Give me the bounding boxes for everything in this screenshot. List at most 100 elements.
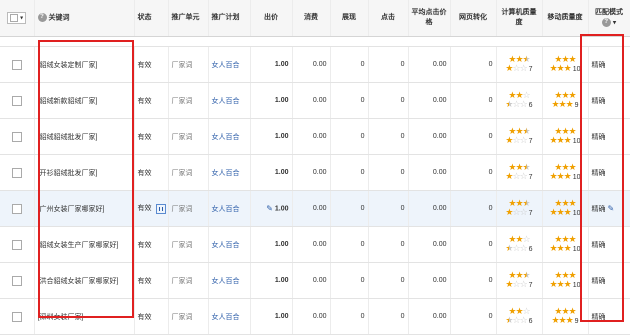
plan-link[interactable]: 女人百合 [212, 242, 240, 249]
plan-cell[interactable]: 女人百合 [208, 118, 251, 155]
col-clicks[interactable]: 点击 [368, 0, 409, 37]
select-all-checkbox[interactable]: ▾ [0, 0, 35, 37]
clicks-cell: 0 [368, 298, 409, 335]
spend-cell: 0.00 [292, 46, 331, 83]
plan-link[interactable]: 女人百合 [212, 314, 240, 321]
row-checkbox[interactable] [0, 82, 35, 119]
col-mobile-quality[interactable]: 移动质量度 [542, 0, 589, 37]
edit-icon[interactable]: ✎ [266, 204, 273, 212]
star-icon: ★☆☆ [505, 135, 527, 145]
bid-cell[interactable]: 1.00 [250, 226, 293, 263]
spend-cell: 0.00 [292, 154, 331, 191]
star-icon: ★☆☆ [505, 207, 527, 217]
plan-cell[interactable]: 女人百合 [208, 190, 251, 227]
bid-cell[interactable]: 1.00 [250, 118, 293, 155]
spend-cell: 0.00 [292, 262, 331, 299]
plan-link[interactable]: 女人百合 [212, 170, 240, 177]
avg-cpc-cell: 0.00 [408, 118, 451, 155]
row-checkbox[interactable] [0, 262, 35, 299]
plan-link[interactable]: 女人百合 [212, 62, 240, 69]
clicks-cell: 0 [368, 226, 409, 263]
pc-quality-cell: ★★☆ ★☆☆ 6 [496, 298, 543, 335]
plan-link[interactable]: 女人百合 [212, 278, 240, 285]
col-bid[interactable]: 出价 [250, 0, 293, 37]
plan-cell[interactable]: 女人百合 [208, 82, 251, 119]
row-checkbox[interactable] [0, 118, 35, 155]
col-unit[interactable]: 推广单元 [168, 0, 209, 37]
bid-cell[interactable]: 1.00 [250, 262, 293, 299]
bid-cell[interactable]: 1.00 [250, 82, 293, 119]
status-cell: 有效 [134, 46, 169, 83]
row-checkbox[interactable] [0, 298, 35, 335]
avg-cpc-cell: 0.00 [408, 154, 451, 191]
pause-icon[interactable] [155, 203, 166, 214]
pc-quality-cell: ★★☆ ★☆☆ 6 [496, 82, 543, 119]
bid-cell[interactable]: 1.00 [250, 46, 293, 83]
conversions-cell: 0 [450, 262, 497, 299]
bid-cell[interactable]: ✎ 1.00 [250, 190, 293, 227]
plan-cell[interactable]: 女人百合 [208, 46, 251, 83]
conversions-cell: 0 [450, 118, 497, 155]
clicks-cell: 0 [368, 46, 409, 83]
row-checkbox[interactable] [0, 46, 35, 83]
col-match[interactable]: 匹配模式? ▾ [588, 0, 630, 37]
unit-cell[interactable]: 厂家词 [168, 46, 209, 83]
spend-cell: 0.00 [292, 190, 331, 227]
col-avg-cpc[interactable]: 平均点击价格 [408, 0, 451, 37]
table-header: ▾ ? 关键词 状态 推广单元 推广计划 出价 消费 展现 点击 平均点击价格 … [0, 0, 630, 37]
conversions-cell: 0 [450, 154, 497, 191]
col-pc-quality[interactable]: 计算机质量度 [496, 0, 543, 37]
unit-cell[interactable]: 厂家词 [168, 226, 209, 263]
unit-cell[interactable]: 厂家词 [168, 190, 209, 227]
col-spend[interactable]: 消费 [292, 0, 331, 37]
avg-cpc-cell: 0.00 [408, 226, 451, 263]
bid-cell[interactable]: 1.00 [250, 298, 293, 335]
unit-cell[interactable]: 厂家词 [168, 118, 209, 155]
unit-cell[interactable]: 厂家词 [168, 262, 209, 299]
status-cell: 有效 [134, 190, 169, 227]
spend-cell: 0.00 [292, 82, 331, 119]
pc-quality-cell: ★★★ ★☆☆ 7 [496, 46, 543, 83]
spend-cell: 0.00 [292, 118, 331, 155]
pc-quality-cell: ★★★ ★☆☆ 7 [496, 190, 543, 227]
row-checkbox[interactable] [0, 190, 35, 227]
help-icon[interactable]: ? [37, 12, 47, 22]
impressions-cell: 0 [330, 118, 369, 155]
impressions-cell: 0 [330, 298, 369, 335]
plan-link[interactable]: 女人百合 [212, 98, 240, 105]
clicks-cell: 0 [368, 118, 409, 155]
spend-cell: 0.00 [292, 298, 331, 335]
row-checkbox[interactable] [0, 226, 35, 263]
impressions-cell: 0 [330, 226, 369, 263]
plan-cell[interactable]: 女人百合 [208, 154, 251, 191]
unit-cell[interactable]: 厂家词 [168, 298, 209, 335]
status-cell: 有效 [134, 226, 169, 263]
status-cell: 有效 [134, 262, 169, 299]
plan-cell[interactable]: 女人百合 [208, 262, 251, 299]
plan-cell[interactable]: 女人百合 [208, 298, 251, 335]
col-plan[interactable]: 推广计划 [208, 0, 251, 37]
star-icon: ★★★ [549, 63, 571, 73]
plan-link[interactable]: 女人百合 [212, 134, 240, 141]
pc-quality-cell: ★★☆ ★☆☆ 6 [496, 226, 543, 263]
clicks-cell: 0 [368, 82, 409, 119]
conversions-cell: 0 [450, 298, 497, 335]
col-keyword[interactable]: ? 关键词 [34, 0, 135, 37]
unit-cell[interactable]: 厂家词 [168, 154, 209, 191]
plan-link[interactable]: 女人百合 [212, 206, 240, 213]
unit-cell[interactable]: 厂家词 [168, 82, 209, 119]
bid-cell[interactable]: 1.00 [250, 154, 293, 191]
col-status[interactable]: 状态 [134, 0, 169, 37]
clicks-cell: 0 [368, 154, 409, 191]
row-checkbox[interactable] [0, 154, 35, 191]
plan-cell[interactable]: 女人百合 [208, 226, 251, 263]
star-icon: ★★★ [549, 207, 571, 217]
star-icon: ★★★ [549, 243, 571, 253]
avg-cpc-cell: 0.00 [408, 298, 451, 335]
col-conversions[interactable]: 网页转化 [450, 0, 497, 37]
help-icon[interactable]: ? [601, 17, 611, 27]
star-icon: ★★★ [549, 279, 571, 289]
pc-quality-cell: ★★★ ★☆☆ 7 [496, 118, 543, 155]
col-impressions[interactable]: 展现 [330, 0, 369, 37]
avg-cpc-cell: 0.00 [408, 46, 451, 83]
